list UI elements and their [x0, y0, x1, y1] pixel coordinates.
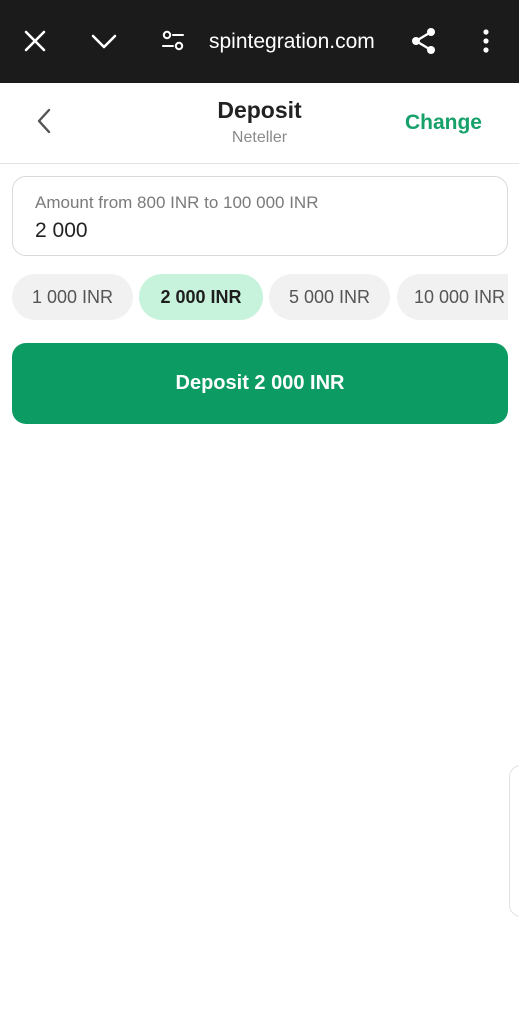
share-icon[interactable] — [409, 26, 439, 56]
amount-chip-2000[interactable]: 2 000 INR — [139, 274, 263, 320]
amount-chip-1000[interactable]: 1 000 INR — [12, 274, 133, 320]
quick-amount-chips: 1 000 INR 2 000 INR 5 000 INR 10 000 INR — [12, 274, 508, 320]
amount-input[interactable] — [35, 217, 485, 245]
url-text[interactable]: spintegration.com — [209, 27, 399, 57]
more-vert-icon[interactable] — [471, 26, 501, 56]
amount-chip-5000[interactable]: 5 000 INR — [269, 274, 390, 320]
amount-label: Amount from 800 INR to 100 000 INR — [35, 193, 319, 212]
browser-toolbar: spintegration.com — [0, 0, 519, 83]
deposit-header: Deposit Neteller Change — [0, 83, 519, 164]
chevron-down-icon[interactable] — [89, 26, 119, 56]
page-settings-icon[interactable] — [158, 26, 188, 56]
amount-field[interactable]: Amount from 800 INR to 100 000 INR — [12, 176, 508, 256]
side-panel-handle[interactable] — [509, 765, 519, 917]
close-icon[interactable] — [20, 26, 50, 56]
change-button[interactable]: Change — [405, 111, 482, 135]
amount-chip-10000[interactable]: 10 000 INR — [397, 274, 508, 320]
deposit-button[interactable]: Deposit 2 000 INR — [12, 343, 508, 424]
